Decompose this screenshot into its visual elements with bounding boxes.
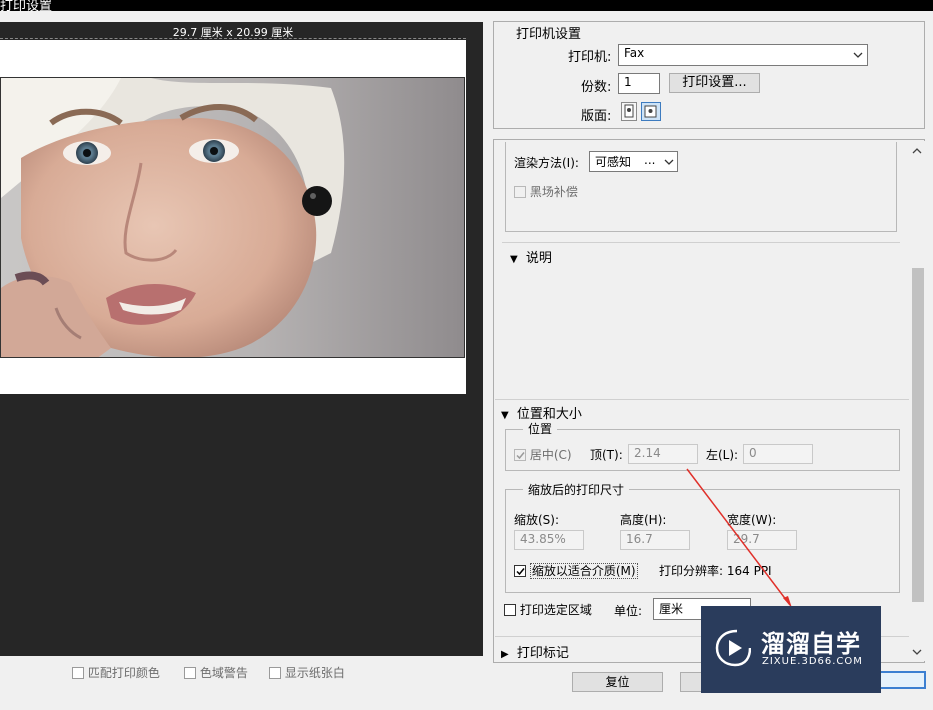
section-divider	[502, 242, 900, 243]
position-legend: 位置	[523, 420, 558, 437]
unit-label: 单位:	[614, 604, 643, 618]
scroll-up-arrow-icon[interactable]	[912, 147, 922, 155]
left-label: 左(L):	[706, 448, 739, 462]
match-print-colors-checkbox[interactable]	[72, 667, 84, 679]
black-point-checkbox[interactable]	[514, 186, 526, 198]
show-paper-white-checkbox[interactable]	[269, 667, 281, 679]
render-method-ellipsis: ...	[644, 153, 656, 167]
copies-label: 份数:	[581, 80, 612, 95]
chevron-down-icon	[664, 159, 674, 165]
print-marks-title: 打印标记	[516, 646, 569, 661]
annotation-arrow	[686, 468, 792, 608]
copies-input[interactable]: 1	[618, 73, 660, 94]
collapse-triangle-icon: ▶	[501, 649, 509, 660]
scale-label: 缩放(S):	[514, 513, 560, 527]
gamut-warning-checkbox[interactable]	[184, 667, 196, 679]
expand-triangle-icon: ▼	[510, 254, 518, 265]
printer-label: 打印机:	[568, 50, 612, 65]
render-method-value: 可感知	[595, 155, 632, 169]
print-settings-button[interactable]: 打印设置...	[669, 73, 760, 93]
section-divider	[495, 399, 909, 400]
portrait-layout-button[interactable]	[621, 102, 637, 121]
match-print-colors-label: 匹配打印颜色	[87, 666, 160, 680]
expand-triangle-icon: ▼	[501, 410, 509, 421]
portrait-icon	[624, 104, 634, 118]
printer-settings-title: 打印机设置	[516, 27, 582, 42]
scrollbar-thumb[interactable]	[912, 268, 924, 602]
landscape-layout-button[interactable]	[641, 102, 661, 121]
scroll-down-arrow-icon[interactable]	[912, 648, 922, 656]
description-title: 说明	[525, 251, 552, 266]
print-selected-area-label: 打印选定区域	[519, 603, 592, 617]
paper-ruler	[0, 38, 466, 39]
show-paper-white-option[interactable]: 显示纸张白	[269, 664, 345, 681]
render-method-select[interactable]: 可感知 ...	[589, 151, 678, 172]
print-selected-area-option[interactable]: 打印选定区域	[504, 601, 592, 618]
render-method-label: 渲染方法(I):	[514, 156, 579, 170]
printer-select[interactable]: Fax	[618, 44, 868, 66]
gamut-warning-option[interactable]: 色域警告	[184, 664, 248, 681]
black-point-option[interactable]: 黑场补偿	[514, 183, 578, 200]
fit-media-checkbox[interactable]	[514, 565, 526, 577]
gamut-warning-label: 色域警告	[199, 666, 248, 680]
print-selected-area-checkbox[interactable]	[504, 604, 516, 616]
print-marks-header[interactable]: ▶ 打印标记	[501, 642, 569, 661]
title-bar	[0, 0, 933, 11]
default-button[interactable]	[880, 671, 926, 689]
black-point-label: 黑场补偿	[529, 185, 578, 199]
show-paper-white-label: 显示纸张白	[284, 666, 345, 680]
preview-image[interactable]	[0, 77, 465, 358]
watermark-logo: 溜溜自学 ZIXUE.3D66.COM	[701, 606, 881, 693]
match-print-colors-option[interactable]: 匹配打印颜色	[72, 664, 160, 681]
printer-select-value: Fax	[624, 46, 645, 60]
checkmark-icon	[516, 568, 525, 576]
checkmark-icon	[516, 452, 525, 460]
top-input[interactable]: 2.14	[628, 444, 698, 464]
description-header[interactable]: ▼ 说明	[510, 247, 552, 266]
window-title: 打印设置	[0, 0, 53, 14]
watermark-brand: 溜溜自学	[761, 630, 861, 658]
fit-media-option[interactable]: 缩放以适合介质(M)	[514, 562, 638, 579]
top-label: 顶(T):	[590, 448, 623, 462]
center-checkbox[interactable]	[514, 449, 526, 461]
center-option[interactable]: 居中(C)	[514, 446, 572, 463]
reset-button[interactable]: 复位	[572, 672, 663, 692]
fit-media-label: 缩放以适合介质(M)	[529, 563, 638, 579]
chevron-down-icon	[853, 52, 863, 58]
landscape-icon	[644, 105, 657, 118]
height-label: 高度(H):	[620, 513, 667, 527]
left-input[interactable]: 0	[743, 444, 813, 464]
layout-label: 版面:	[581, 109, 612, 124]
center-label: 居中(C)	[529, 448, 572, 462]
watermark-site: ZIXUE.3D66.COM	[762, 656, 863, 667]
scaled-size-legend: 缩放后的打印尺寸	[523, 481, 630, 498]
play-logo-icon	[715, 629, 751, 667]
scale-input[interactable]: 43.85%	[514, 530, 584, 550]
